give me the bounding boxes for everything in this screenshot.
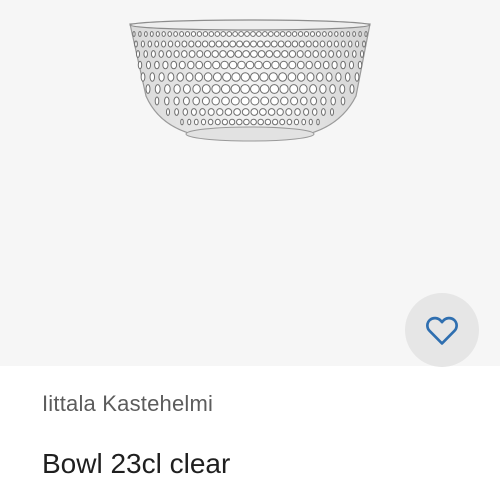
favorite-button[interactable] bbox=[405, 293, 479, 367]
product-image-area[interactable] bbox=[0, 0, 500, 367]
product-card[interactable]: Iittala Kastehelmi Bowl 23cl clear bbox=[0, 0, 500, 500]
product-title[interactable]: Bowl 23cl clear bbox=[42, 448, 230, 480]
heart-outline-icon bbox=[423, 311, 461, 349]
product-brand: Iittala Kastehelmi bbox=[42, 391, 214, 416]
